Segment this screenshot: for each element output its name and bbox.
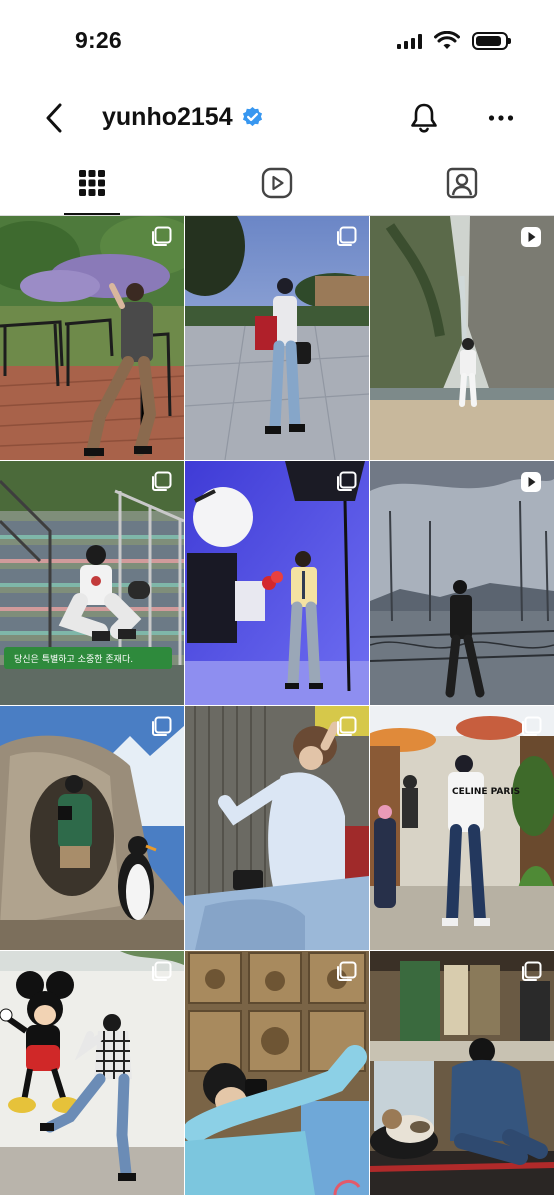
chevron-left-icon: [46, 103, 62, 133]
carousel-icon: [335, 961, 357, 983]
back-button[interactable]: [36, 100, 72, 136]
carousel-icon: [520, 716, 542, 738]
carousel-icon: [335, 471, 357, 493]
post-tile[interactable]: 당신은 특별하고 소중한 존재다.: [0, 461, 184, 705]
grid-icon: [79, 170, 106, 196]
post-photo: 당신은 특별하고 소중한 존재다.: [0, 461, 184, 705]
profile-header: yunho2154: [0, 88, 554, 150]
post-photo: [0, 951, 184, 1195]
battery-level: [476, 36, 502, 46]
status-bar: 9:26: [0, 0, 554, 82]
profile-username-row: yunho2154: [102, 103, 264, 132]
cellular-signal-icon: [397, 33, 422, 49]
post-tile[interactable]: [0, 951, 184, 1195]
post-photo: [370, 951, 554, 1195]
tab-posts-grid[interactable]: [0, 150, 185, 216]
carousel-icon: [335, 716, 357, 738]
post-photo: [370, 216, 554, 460]
sign-text: 당신은 특별하고 소중한 존재다.: [14, 654, 133, 665]
more-horizontal-icon: [488, 115, 514, 121]
tab-reels[interactable]: [185, 150, 370, 216]
post-photo: CELINE PARIS: [370, 706, 554, 950]
post-photo: [185, 706, 369, 950]
verified-badge-icon: [241, 106, 264, 129]
carousel-icon: [150, 471, 172, 493]
profile-tabs: [0, 150, 554, 216]
carousel-icon: [150, 226, 172, 248]
reels-icon: [261, 167, 293, 199]
post-tile[interactable]: [185, 706, 369, 950]
post-photo: [185, 216, 369, 460]
status-icons: [397, 31, 511, 51]
wifi-icon: [434, 31, 460, 49]
carousel-icon: [335, 226, 357, 248]
carousel-icon: [150, 961, 172, 983]
post-photo: [0, 706, 184, 950]
reel-icon: [520, 226, 542, 248]
post-tile[interactable]: [370, 216, 554, 460]
post-tile[interactable]: [370, 951, 554, 1195]
reel-icon: [520, 471, 542, 493]
posts-grid: 당신은 특별하고 소중한 존재다. CELINE PARIS: [0, 216, 554, 1195]
post-tile[interactable]: [185, 951, 369, 1195]
shirt-text: CELINE PARIS: [452, 787, 520, 797]
carousel-icon: [150, 716, 172, 738]
post-tile[interactable]: [185, 216, 369, 460]
post-tile[interactable]: [0, 216, 184, 460]
more-options-button[interactable]: [482, 99, 520, 137]
bell-icon: [411, 103, 437, 133]
tagged-person-icon: [446, 167, 477, 199]
post-photo: [0, 216, 184, 460]
tab-tagged[interactable]: [369, 150, 554, 216]
post-tile[interactable]: [0, 706, 184, 950]
post-photo: [185, 951, 369, 1195]
notifications-button[interactable]: [405, 99, 443, 137]
post-tile[interactable]: CELINE PARIS: [370, 706, 554, 950]
status-time: 9:26: [75, 27, 122, 53]
post-tile[interactable]: [185, 461, 369, 705]
post-photo: [185, 461, 369, 705]
battery-icon: [472, 32, 511, 50]
post-tile[interactable]: [370, 461, 554, 705]
post-photo: [370, 461, 554, 705]
username: yunho2154: [102, 103, 233, 131]
carousel-icon: [520, 961, 542, 983]
